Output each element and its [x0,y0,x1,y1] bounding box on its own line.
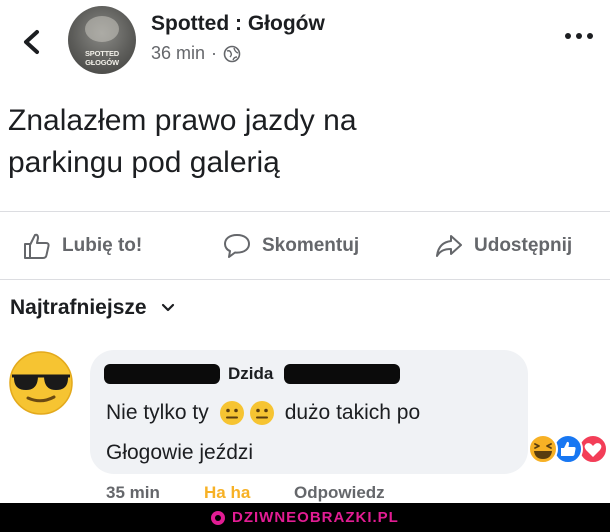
comment-sort-label: Najtrafniejsze [10,296,147,319]
more-horizontal-icon[interactable] [560,26,600,46]
share-label: Udostępnij [474,235,573,256]
avatar-image [85,16,119,42]
post-header: SPOTTED GŁOGÓW Spotted : Głogów 36 min · [0,0,610,90]
comment-label: Skomentuj [262,235,360,256]
comment-text-line: Głogowie jeździ [106,441,254,464]
comment-time: 35 min [106,483,160,502]
action-bar: Lubię to! Skomentuj Udostępnij [0,222,610,270]
comment-sort-dropdown[interactable]: Najtrafniejsze [10,296,175,320]
love-reaction-icon [578,434,608,464]
haha-reaction-link[interactable]: Ha ha [204,483,250,503]
watermark-text: DZIWNEOBRAZKI.PL [232,509,399,526]
watermark-bar: DZIWNEOBRAZKI.PL [0,503,610,532]
post-time[interactable]: 36 min [151,43,205,64]
post-meta: 36 min · [151,43,241,64]
like-label: Lubię to! [62,235,143,256]
chevron-left-icon[interactable] [14,22,48,62]
comment-text-part: dużo takich po [284,401,421,424]
neutral-face-icon [219,401,244,425]
page-name[interactable]: Spotted : Głogów [151,12,325,36]
thumbs-up-icon [24,233,50,259]
post-text-line: Znalazłem prawo jazdy na [8,104,357,137]
neutral-face-icon [249,401,274,425]
chevron-down-icon [161,303,174,312]
avatar-logo-text: SPOTTED GŁOGÓW [84,49,120,67]
comment-reactions[interactable] [523,433,609,465]
redaction-bar [104,364,220,384]
globe-icon [223,45,241,62]
sunglasses-emoji-avatar[interactable] [6,348,76,418]
redaction-bar [284,364,400,384]
post-text-line: parkingu pod galerią [8,146,280,179]
post-text: Znalazłem prawo jazdy na parkingu pod ga… [8,100,598,184]
divider [0,211,610,212]
share-button[interactable]: Udostępnij [434,222,572,270]
haha-reaction-icon [528,434,558,464]
watermark-logo-icon [211,511,225,525]
comment-author[interactable]: Dzida [228,364,273,384]
comment-icon [224,234,250,258]
share-icon [436,235,462,257]
reply-link[interactable]: Odpowiedz [294,483,385,503]
meta-separator: · [211,43,218,63]
comment-text-part: Nie tylko ty [106,401,209,424]
comment-text-line: Nie tylko ty dużo takich po [106,400,420,426]
like-reaction-icon [553,434,583,464]
comment-button[interactable]: Skomentuj [222,222,359,270]
divider [0,279,610,280]
page-avatar[interactable]: SPOTTED GŁOGÓW [68,6,136,74]
like-button[interactable]: Lubię to! [22,222,142,270]
